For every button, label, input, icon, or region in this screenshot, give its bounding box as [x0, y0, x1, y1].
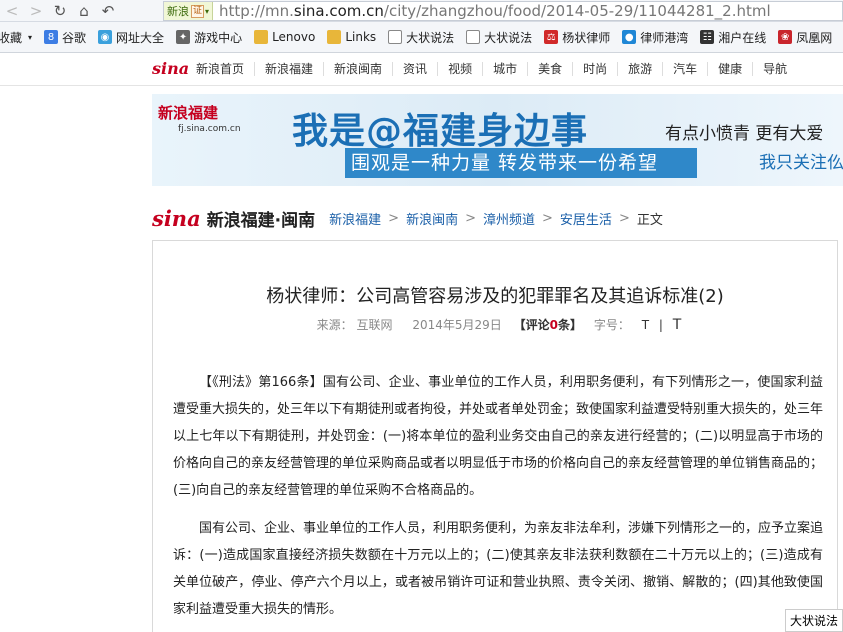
google-icon: 8 [44, 30, 59, 44]
page-icon [466, 30, 481, 44]
favorite-game-center[interactable]: ✦ 游戏中心 [176, 29, 242, 46]
favorite-google[interactable]: 8 谷歌 [44, 29, 86, 46]
page-icon [388, 30, 403, 44]
breadcrumb-separator: > [618, 210, 630, 226]
web-directory-icon: ◉ [98, 30, 113, 44]
breadcrumb-sina-minnan[interactable]: 新浪闽南 [406, 209, 458, 228]
promo-banner[interactable]: 新浪福建 fj.sina.com.cn 我是@福建身边事 围观是一种力量 转发带… [152, 94, 843, 186]
chevron-down-icon: ▾ [205, 6, 210, 16]
browser-toolbar: < > ↻ ⌂ ↶ 新浪 证 ▾ http://mn.sina.com.cn/c… [0, 0, 843, 22]
nav-auto[interactable]: 汽车 [663, 62, 709, 76]
folder-icon [327, 30, 342, 44]
favorite-dazhuang-1[interactable]: 大状说法 [388, 29, 454, 46]
forward-icon[interactable]: > [24, 0, 48, 22]
url-text[interactable]: http://mn.sina.com.cn/city/zhangzhou/foo… [219, 2, 771, 20]
sina-logo[interactable]: sina [152, 206, 201, 231]
folder-icon [254, 30, 269, 44]
nav-city[interactable]: 城市 [483, 62, 529, 76]
article-source: 来源： 互联网 [316, 318, 393, 332]
favorite-ifeng[interactable]: ❀ 凤凰网 [778, 29, 832, 46]
xianghu-icon: ☷ [700, 30, 715, 44]
back-icon[interactable]: < [0, 0, 24, 22]
nav-fashion[interactable]: 时尚 [573, 62, 619, 76]
favorite-xianghu[interactable]: ☷ 湘户在线 [700, 29, 766, 46]
globe-icon: ● [622, 30, 637, 44]
nav-navigation[interactable]: 导航 [753, 62, 797, 76]
sina-logo[interactable]: sina [152, 59, 189, 79]
corner-tooltip: 大状说法 [784, 609, 843, 632]
breadcrumb-current: 正文 [636, 212, 663, 228]
breadcrumb-separator: > [542, 210, 553, 226]
article-paragraph: 【《刑法》第166条】国有公司、企业、事业单位的工作人员，利用职务便利，有下列情… [173, 375, 824, 498]
breadcrumb-home-life[interactable]: 安居生活 [560, 209, 612, 228]
breadcrumb-separator: > [465, 210, 476, 226]
nav-health[interactable]: 健康 [708, 62, 754, 76]
gamepad-icon: ✦ [176, 30, 191, 44]
font-size-small-button[interactable]: T [642, 318, 649, 332]
phoenix-icon: ❀ [778, 30, 793, 44]
breadcrumb-zhangzhou[interactable]: 漳州频道 [483, 209, 535, 228]
certificate-badge: 证 [191, 4, 205, 18]
banner-sina-fujian-logo: 新浪福建 [158, 104, 219, 122]
channel-header: sina 新浪福建·闽南 新浪福建 > 新浪闽南 > 漳州频道 > 安居生活 >… [152, 198, 843, 238]
nav-news[interactable]: 资讯 [393, 62, 439, 76]
favorites-menu[interactable]: 收藏 ▾ [0, 29, 32, 46]
chevron-down-icon: ▾ [28, 32, 33, 42]
undo-icon[interactable]: ↶ [96, 0, 120, 22]
breadcrumb: 新浪福建 > 新浪闽南 > 漳州频道 > 安居生活 > 正文 [329, 209, 663, 228]
nav-sina-home[interactable]: 新浪首页 [186, 62, 256, 76]
article-date: 2014年5月29日 [412, 318, 502, 332]
home-icon[interactable]: ⌂ [72, 0, 96, 22]
favorite-lawyer-harbor[interactable]: ● 律师港湾 [622, 29, 688, 46]
font-size-label: 字号： [593, 318, 630, 332]
favorite-dazhuang-2[interactable]: 大状说法 [466, 29, 532, 46]
nav-food[interactable]: 美食 [528, 62, 574, 76]
comment-count-link[interactable]: 【评论0条】 [514, 318, 582, 332]
site-tag-label: 新浪 [167, 5, 189, 18]
nav-video[interactable]: 视频 [438, 62, 484, 76]
article-paragraph: 国有公司、企业、事业单位的工作人员，利用职务便利，为亲友非法牟利，涉嫌下列情形之… [173, 521, 824, 617]
banner-headline: 我是@福建身边事 [292, 111, 589, 152]
breadcrumb-separator: > [388, 210, 400, 226]
article-body: 【《刑法》第166条】国有公司、企业、事业单位的工作人员，利用职务便利，有下列情… [173, 369, 823, 632]
favorite-lenovo[interactable]: Lenovo [254, 30, 315, 44]
banner-right-line-2: 我只关注仫 [759, 153, 843, 173]
nav-travel[interactable]: 旅游 [618, 62, 664, 76]
favorites-bar: 收藏 ▾ 8 谷歌 ◉ 网址大全 ✦ 游戏中心 Lenovo Links 大状说法 大… [0, 22, 843, 53]
lawyer-site-icon: ⚖ [544, 30, 559, 44]
favorite-links[interactable]: Links [327, 30, 376, 44]
favorite-yangzhuang[interactable]: ⚖ 杨状律师 [544, 29, 610, 46]
refresh-icon[interactable]: ↻ [48, 0, 72, 22]
banner-logo-domain: fj.sina.com.cn [178, 124, 241, 134]
sina-top-nav: sina 新浪首页 新浪福建 新浪闽南 资讯 视频 城市 美食 时尚 旅游 汽车… [0, 53, 843, 86]
article-container: 杨状律师：公司高管容易涉及的犯罪罪名及其追诉标准(2) 来源： 互联网 2014… [152, 240, 838, 632]
article-meta: 来源： 互联网 2014年5月29日 【评论0条】 字号： T | T [153, 316, 837, 333]
banner-right-line-1: 有点小愤青 更有大爱 [665, 124, 824, 144]
font-size-large-button[interactable]: T [673, 317, 682, 333]
site-identity-tag[interactable]: 新浪 证 ▾ [164, 2, 214, 20]
favorite-web-directory[interactable]: ◉ 网址大全 [98, 29, 164, 46]
font-size-separator: | [658, 318, 663, 332]
article-title: 杨状律师：公司高管容易涉及的犯罪罪名及其追诉标准(2) [266, 286, 724, 307]
nav-sina-fujian[interactable]: 新浪福建 [255, 62, 325, 76]
channel-name: 新浪福建·闽南 [206, 210, 316, 231]
address-bar[interactable]: 新浪 证 ▾ http://mn.sina.com.cn/city/zhangz… [163, 1, 843, 21]
breadcrumb-sina-fujian[interactable]: 新浪福建 [329, 209, 381, 228]
banner-subheadline: 围观是一种力量 转发带来一份希望 [345, 148, 697, 178]
nav-sina-minnan[interactable]: 新浪闽南 [324, 62, 394, 76]
